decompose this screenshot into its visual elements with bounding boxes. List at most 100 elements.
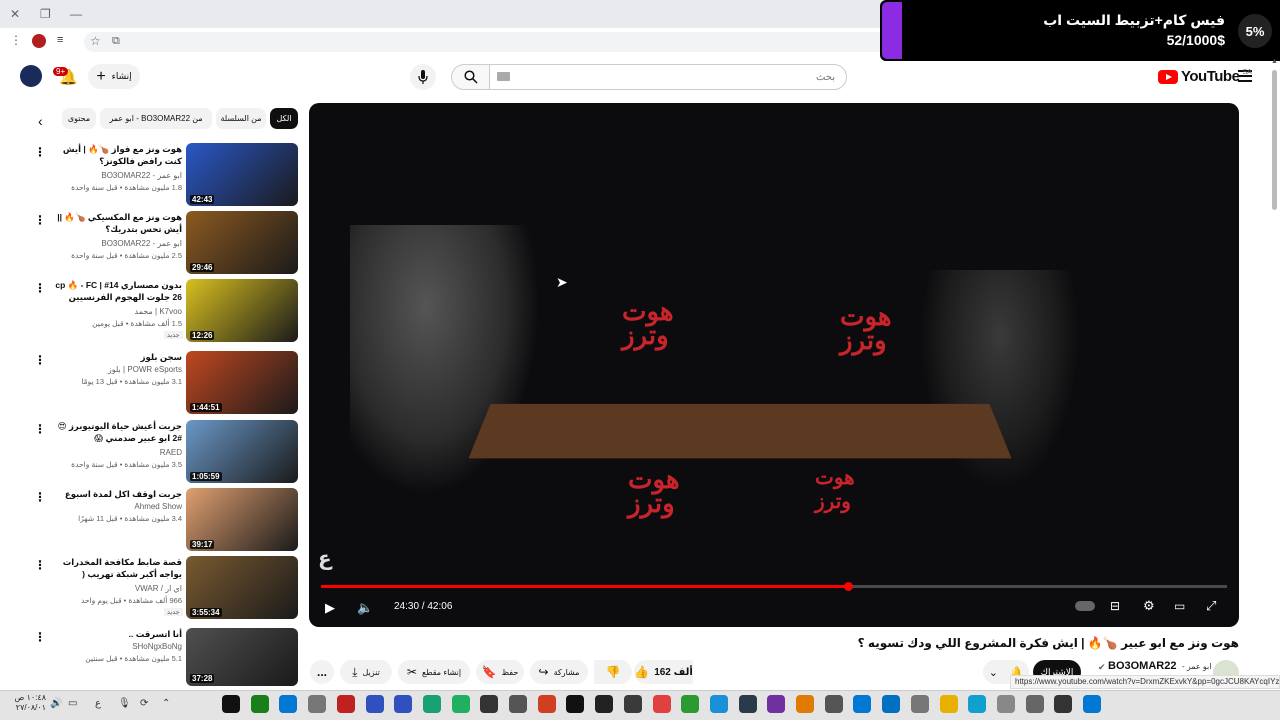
channel-name[interactable]: BO3OMAR22 [1108, 660, 1176, 672]
volume-icon[interactable]: 🔈 [357, 600, 373, 616]
restore-window-icon[interactable]: ❐ [40, 7, 51, 21]
taskbar-app-icon[interactable] [996, 695, 1015, 713]
taskbar-app-icon[interactable] [480, 695, 499, 713]
more-options-icon[interactable]: ⋮ [34, 490, 46, 504]
language-tray-icon[interactable]: ع [95, 698, 101, 709]
scrollbar-thumb[interactable] [1272, 70, 1277, 210]
recommendation-title[interactable]: أنا اتسرقت .. [52, 628, 182, 640]
settings-gear-icon[interactable]: ⚙ [1143, 598, 1155, 614]
volume-tray-icon[interactable]: 🔊 [50, 698, 62, 709]
microphone-tray-icon[interactable]: 🎙 [118, 698, 131, 709]
channel-handle[interactable]: ابو عمر - [1182, 662, 1212, 671]
bookmark-star-icon[interactable]: ☆ [90, 34, 101, 48]
share-button[interactable]: ↪ مشاركة [530, 660, 588, 684]
taskbar-app-icon[interactable] [853, 695, 872, 713]
taskbar-app-icon[interactable] [652, 695, 671, 713]
voice-search-button[interactable] [410, 64, 436, 90]
taskbar-app-icon[interactable] [451, 695, 470, 713]
taskbar-app-icon[interactable] [394, 695, 413, 713]
more-options-icon[interactable]: ⋮ [34, 281, 46, 295]
network-tray-icon[interactable]: ▭ [68, 698, 77, 709]
recommendation-item[interactable]: 42:43 هوت ونز مع فواز 🍗🔥 | أيش كنت رافض ف… [28, 143, 300, 207]
recommendation-channel[interactable]: SHoNgxBoNg [52, 642, 182, 651]
taskbar-app-icon[interactable] [623, 695, 642, 713]
taskbar-app-icon[interactable] [767, 695, 786, 713]
media-control-icon[interactable]: ≡ [57, 34, 63, 46]
sync-tray-icon[interactable]: ⟳ [140, 698, 148, 709]
share-page-icon[interactable]: ⧉ [112, 35, 120, 48]
recommendation-item[interactable]: 1:05:59 جربت أعيش حياة اليوتيوبرز 😍 #2 اب… [28, 420, 300, 484]
taskbar-app-icon[interactable] [681, 695, 700, 713]
minimize-window-icon[interactable]: — [70, 7, 82, 21]
more-options-icon[interactable]: ⋮ [34, 353, 46, 367]
recommendation-channel[interactable]: اي ار / VWAR [52, 584, 182, 593]
user-avatar[interactable] [20, 65, 42, 87]
captions-icon[interactable]: ⊟ [1110, 599, 1120, 613]
taskbar-app-icon[interactable] [1054, 695, 1073, 713]
recommendation-item[interactable]: 3:55:34 قصة ضابط مكافحة المخدرات يواجه أك… [28, 556, 300, 620]
taskbar-app-icon[interactable] [365, 695, 384, 713]
more-options-icon[interactable]: ⋮ [34, 213, 46, 227]
scroll-up-arrow-icon[interactable]: ▲ [1271, 58, 1278, 65]
search-button[interactable] [451, 64, 489, 90]
browser-menu-icon[interactable]: ⋮ [10, 33, 22, 47]
recommendation-channel[interactable]: ابو عمر - BO3OMAR22 [52, 239, 182, 248]
taskbar-app-icon[interactable] [1083, 695, 1101, 713]
youtube-logo[interactable]: YouTube SA [1158, 68, 1252, 85]
chip-related[interactable]: محتوى [62, 108, 96, 129]
recommendation-channel[interactable]: POWR eSports | بلوز [52, 365, 182, 374]
taskbar-app-icon[interactable] [222, 695, 240, 713]
chevron-left-icon[interactable]: ‹ [38, 113, 43, 129]
more-options-icon[interactable]: ⋮ [34, 422, 46, 436]
taskbar-app-icon[interactable] [308, 695, 327, 713]
save-button[interactable]: 🔖 حفظ [476, 660, 524, 684]
theater-mode-icon[interactable]: ▭ [1174, 599, 1185, 613]
address-bar[interactable]: ☆ ⧉ [84, 32, 880, 52]
recommendation-title[interactable]: جربت أعيش حياة اليوتيوبرز 😍 #2 ابو عبير … [52, 420, 182, 444]
chip-from-series[interactable]: من السلسلة [216, 108, 266, 129]
recommendation-title[interactable]: سجن بلوز [52, 351, 182, 363]
clip-button[interactable]: ✂ إنشاء مقطع [398, 660, 470, 684]
taskbar-app-icon[interactable] [824, 695, 843, 713]
chip-from-channel[interactable]: من BO3OMAR22 - ابو عمر [100, 108, 212, 129]
dislike-button[interactable]: 👎 [594, 660, 632, 684]
download-button[interactable]: ⤓ تنزيل [340, 660, 392, 684]
search-input[interactable] [505, 68, 835, 86]
taskbar-app-icon[interactable] [509, 695, 527, 713]
taskbar-app-icon[interactable] [882, 695, 901, 713]
create-button[interactable]: + إنشاء [88, 64, 140, 89]
profile-icon[interactable] [32, 34, 46, 48]
taskbar-app-icon[interactable] [968, 695, 987, 713]
taskbar-clock[interactable]: ١٠:٤٨ ص ٢٧/٠٨/٠١ [8, 693, 46, 713]
taskbar-app-icon[interactable] [422, 695, 441, 713]
taskbar-app-icon[interactable] [1025, 695, 1044, 713]
recommendation-title[interactable]: هوت ونز مع المكسيكي 🍗🔥 || أيش تحس بتدريك… [52, 211, 182, 235]
taskbar-app-icon[interactable] [595, 695, 614, 713]
taskbar-app-icon[interactable] [336, 695, 355, 713]
autoplay-toggle[interactable] [1075, 601, 1095, 611]
recommendation-channel[interactable]: RAED [52, 448, 182, 457]
recommendation-channel[interactable]: K7voo | محمد [52, 307, 182, 316]
recommendation-item[interactable]: 39:17 جربت اوقف اكل لمدة اسبوع Ahmed Show 3… [28, 488, 300, 552]
recommendation-item[interactable]: 1:44:51 سجن بلوز POWR eSports | بلوز 3.1 مل… [28, 351, 300, 415]
recommendation-channel[interactable]: ابو عمر - BO3OMAR22 [52, 171, 182, 180]
close-window-icon[interactable]: ✕ [10, 7, 20, 21]
taskbar-app-icon[interactable] [738, 695, 757, 713]
taskbar-app-icon[interactable] [537, 695, 556, 713]
recommendation-title[interactable]: جربت اوقف اكل لمدة اسبوع [52, 488, 182, 500]
chip-all[interactable]: الكل [270, 108, 298, 129]
recommendation-item[interactable]: 37:28 أنا اتسرقت .. SHoNgxBoNg 5.1 مليون مش… [28, 628, 300, 686]
recommendation-item[interactable]: 29:46 هوت ونز مع المكسيكي 🍗🔥 || أيش تحس ب… [28, 211, 300, 275]
recommendation-title[interactable]: بدون مصساري 14# | cp 🔥 - FC 26 جلوت الهج… [52, 279, 182, 303]
taskbar-app-icon[interactable] [939, 695, 958, 713]
recommendation-channel[interactable]: Ahmed Show [52, 502, 182, 511]
taskbar-app-icon[interactable] [709, 695, 728, 713]
more-options-icon[interactable]: ⋮ [34, 630, 46, 644]
recommendation-item[interactable]: 12:26 بدون مصساري 14# | cp 🔥 - FC 26 جلوت… [28, 279, 300, 343]
more-options-icon[interactable]: ⋮ [34, 558, 46, 572]
taskbar-app-icon[interactable] [250, 695, 269, 713]
taskbar-app-icon[interactable] [566, 695, 585, 713]
taskbar-app-icon[interactable] [910, 695, 929, 713]
more-actions-button[interactable]: ... [310, 660, 334, 684]
keyboard-icon[interactable] [497, 72, 510, 81]
